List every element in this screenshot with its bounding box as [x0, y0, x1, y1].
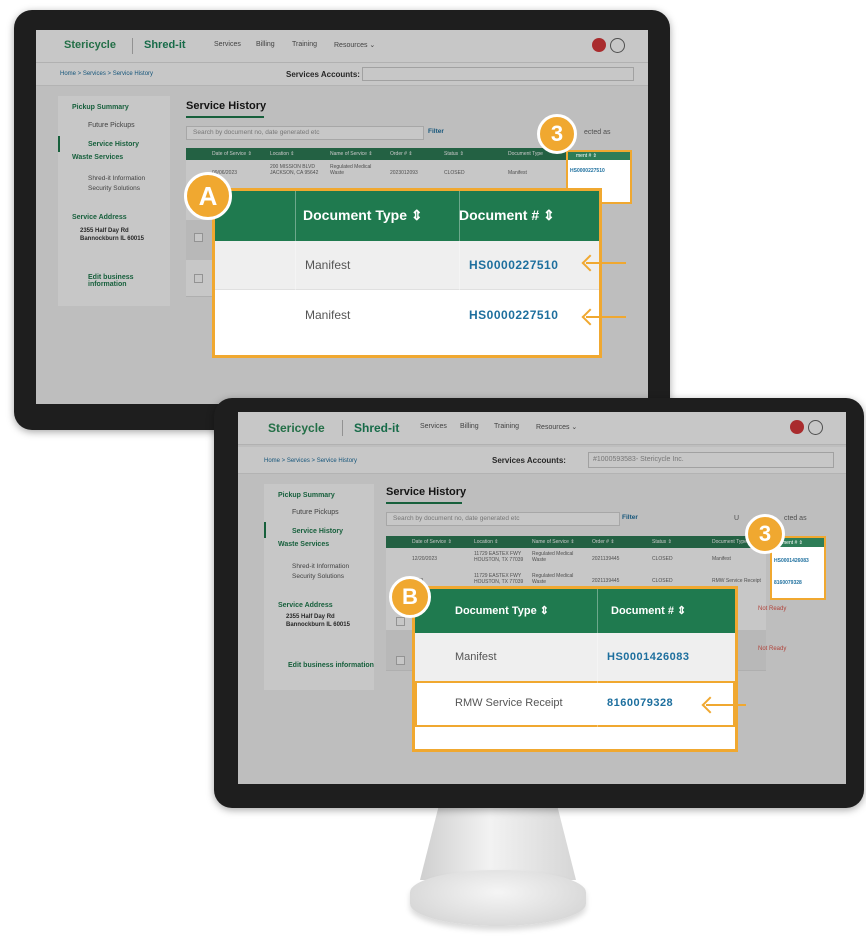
zoom-a-divider	[295, 191, 296, 355]
monitor-base	[410, 870, 586, 926]
zoom-b-row-1-docnum[interactable]: HS0001426083	[607, 651, 689, 663]
zoom-a-row-1[interactable]: Manifest HS0000227510	[215, 241, 599, 290]
callout-b-badge: B	[389, 576, 431, 618]
monitor-stand	[420, 806, 576, 880]
zoom-a-header: Document Type ⇕ Document # ⇕	[215, 191, 599, 241]
zoom-b-divider	[597, 589, 598, 727]
zoom-a-col-doc-num[interactable]: Document # ⇕	[459, 207, 555, 224]
zoom-a-row-2[interactable]: Manifest HS0000227510	[215, 290, 599, 340]
zoom-a-row-2-type: Manifest	[305, 308, 351, 322]
zoom-a-row-1-type: Manifest	[305, 258, 351, 272]
step-3-badge: 3	[745, 514, 785, 554]
zoom-b-row-1-type: Manifest	[455, 651, 497, 663]
callout-a-badge: A	[184, 172, 232, 220]
zoom-callout-a: Document Type ⇕ Document # ⇕ Manifest HS…	[212, 188, 602, 358]
zoom-b-row-2-docnum[interactable]: 8160079328	[607, 697, 673, 709]
doc-number-link[interactable]: HS0001426083	[774, 558, 809, 564]
zoom-b-col-doc-num[interactable]: Document # ⇕	[611, 604, 686, 617]
step-3-badge: 3	[537, 114, 577, 154]
zoom-b-row-2-type: RMW Service Receipt	[455, 697, 563, 709]
zoom-a-col-doc-type[interactable]: Document Type ⇕	[303, 207, 423, 224]
zoom-a-row-1-docnum[interactable]: HS0000227510	[469, 258, 558, 272]
zoom-a-divider	[459, 191, 460, 355]
doc-number-link[interactable]: 8160079328	[774, 580, 802, 586]
col-doc-num[interactable]: ment # ⇕	[782, 540, 803, 546]
arrow-icon	[586, 262, 626, 264]
zoom-a-row-2-docnum[interactable]: HS0000227510	[469, 308, 558, 322]
col-doc-num[interactable]: ment # ⇕	[576, 153, 597, 159]
zoom-callout-b: Document Type ⇕ Document # ⇕ Manifest HS…	[412, 586, 738, 752]
zoom-b-col-doc-type[interactable]: Document Type ⇕	[455, 604, 549, 617]
zoom-b-row-2[interactable]: RMW Service Receipt 8160079328	[415, 681, 735, 727]
arrow-icon	[586, 316, 626, 318]
zoom-b-row-1[interactable]: Manifest HS0001426083	[415, 633, 735, 681]
doc-number-link[interactable]: HS0000227510	[570, 168, 605, 174]
arrow-icon	[706, 704, 746, 706]
zoom-b-header: Document Type ⇕ Document # ⇕	[415, 589, 735, 633]
